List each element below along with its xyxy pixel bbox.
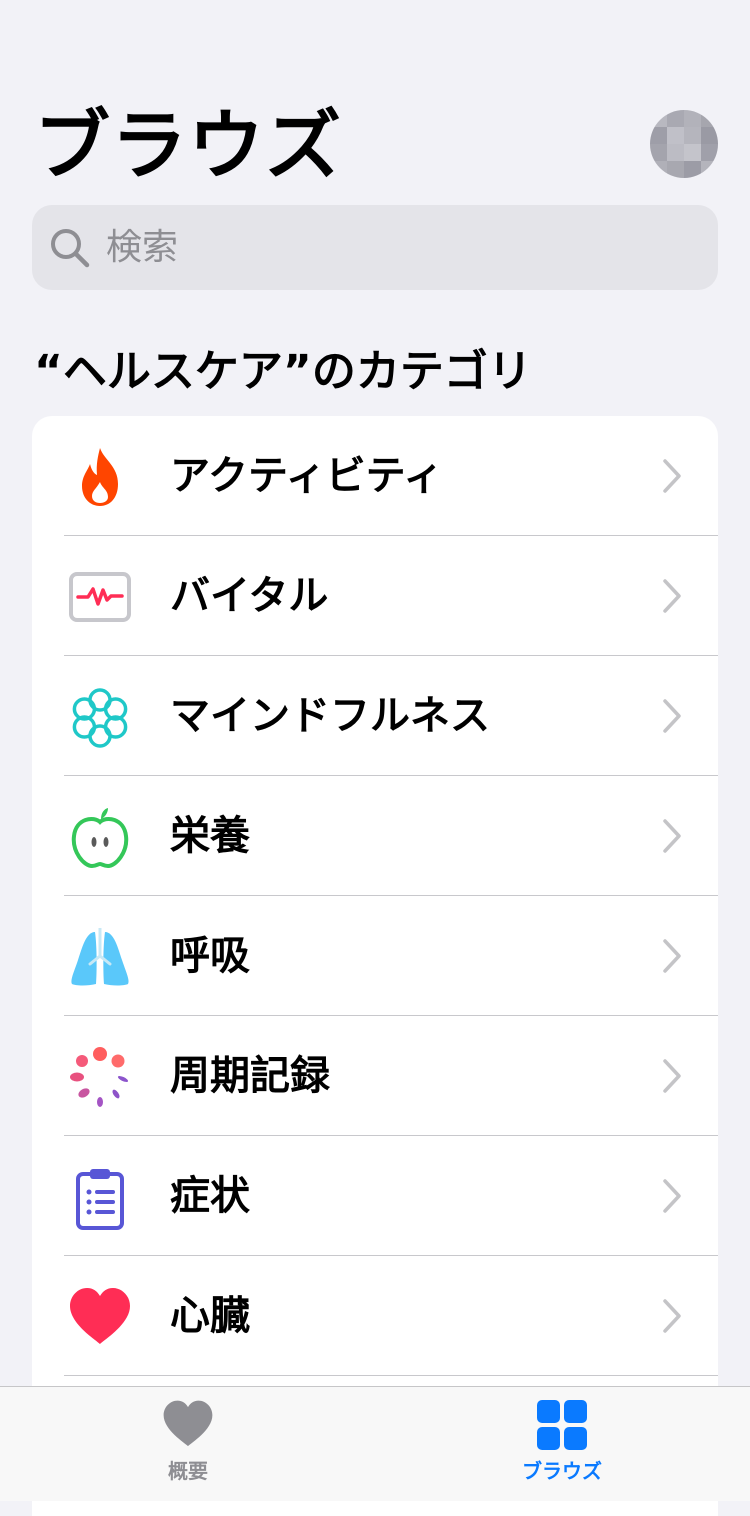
chevron-right-icon — [663, 579, 681, 613]
avatar[interactable] — [650, 110, 718, 178]
avatar-pixel — [684, 144, 701, 161]
category-row-activity[interactable]: アクティビティ — [32, 416, 718, 536]
category-row-mindfulness[interactable]: マインドフルネス — [32, 656, 718, 776]
tab-browse-label: ブラウズ — [522, 1459, 602, 1483]
chevron-right-icon — [663, 699, 681, 733]
tab-bar: 概要 ブラウズ — [0, 1386, 750, 1501]
avatar-pixel — [701, 144, 718, 161]
category-row-heart[interactable]: 心臓 — [32, 1256, 718, 1376]
tab-summary-label: 概要 — [168, 1459, 208, 1483]
category-label: 心臓 — [170, 1293, 250, 1339]
category-label: 症状 — [170, 1173, 250, 1219]
category-row-cycle-tracking[interactable]: 周期記録 — [32, 1016, 718, 1136]
category-list: アクティビティ バイタル マインドフルネス 栄養 呼吸 周期記録 症状 心臓 — [32, 416, 718, 1516]
category-label: アクティビティ — [170, 453, 444, 499]
heart-icon — [163, 1400, 213, 1447]
search-input[interactable] — [104, 226, 668, 269]
category-label: 栄養 — [170, 813, 250, 859]
avatar-pixel — [650, 144, 667, 161]
avatar-pixel — [684, 110, 701, 127]
avatar-pixel — [701, 161, 718, 178]
category-row-respiratory[interactable]: 呼吸 — [32, 896, 718, 1016]
vitals-monitor-icon — [68, 566, 132, 630]
mindfulness-flower-icon — [68, 686, 132, 750]
avatar-pixel — [701, 127, 718, 144]
chevron-right-icon — [663, 1299, 681, 1333]
avatar-pixel — [667, 144, 684, 161]
avatar-pixel — [667, 127, 684, 144]
grid-icon — [537, 1400, 587, 1450]
tab-summary[interactable]: 概要 — [88, 1387, 288, 1501]
chevron-right-icon — [663, 459, 681, 493]
apple-icon — [68, 806, 132, 870]
avatar-pixel — [684, 161, 701, 178]
search-bar[interactable] — [32, 205, 718, 290]
flame-icon — [68, 446, 132, 510]
chevron-right-icon — [663, 1179, 681, 1213]
avatar-pixel — [667, 110, 684, 127]
search-icon — [51, 228, 90, 267]
category-label: 呼吸 — [170, 933, 250, 979]
avatar-pixel — [650, 127, 667, 144]
chevron-right-icon — [663, 1059, 681, 1093]
avatar-pixel — [701, 110, 718, 127]
clipboard-icon — [68, 1166, 132, 1230]
heart-icon — [68, 1286, 132, 1350]
chevron-right-icon — [663, 819, 681, 853]
category-label: バイタル — [170, 573, 329, 619]
category-row-vitals[interactable]: バイタル — [32, 536, 718, 656]
avatar-pixel — [667, 161, 684, 178]
avatar-pixel — [684, 127, 701, 144]
chevron-right-icon — [663, 939, 681, 973]
category-label: マインドフルネス — [170, 693, 490, 739]
category-row-symptoms[interactable]: 症状 — [32, 1136, 718, 1256]
section-title: “ヘルスケア”のカテゴリ — [34, 346, 532, 397]
avatar-pixel — [650, 110, 667, 127]
avatar-pixel — [650, 161, 667, 178]
cycle-tracking-icon — [68, 1046, 132, 1110]
category-row-nutrition[interactable]: 栄養 — [32, 776, 718, 896]
lungs-icon — [68, 926, 132, 990]
tab-browse[interactable]: ブラウズ — [462, 1387, 662, 1501]
page-title: ブラウズ — [34, 101, 342, 190]
category-label: 周期記録 — [170, 1053, 330, 1099]
